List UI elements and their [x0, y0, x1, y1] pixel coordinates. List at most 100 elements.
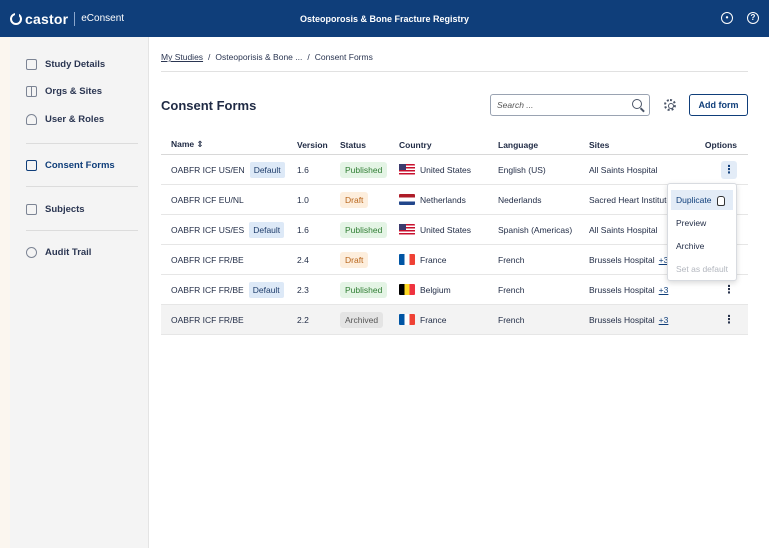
more-sites-link[interactable]: +3	[659, 285, 669, 295]
sidebar-item-orgs-sites[interactable]: Orgs & Sites	[10, 83, 149, 99]
sidebar-item-label: User & Roles	[45, 113, 105, 125]
sidebar-item-consent-forms[interactable]: Consent Forms	[10, 157, 149, 173]
menu-item-set-as-default: Set as default	[671, 259, 733, 279]
site-name: Sacred Heart Institute	[589, 194, 672, 205]
table-row[interactable]: OABFR ICF US/ES Default 1.6 Published United…	[161, 215, 748, 245]
menu-item-duplicate[interactable]: Duplicate	[671, 190, 733, 210]
page-title: Consent Forms	[161, 98, 257, 113]
status-cell: Draft	[340, 245, 369, 274]
flag-be-icon	[399, 284, 415, 295]
sidebar: Study Details Orgs & Sites User & Roles …	[10, 37, 149, 548]
version-cell: 1.6	[297, 224, 309, 235]
language-cell: Nederlands	[498, 194, 542, 205]
consent-forms-table: Name ⇕ Version Status Country Language S…	[161, 135, 748, 335]
form-name: OABFR ICF US/EN	[171, 164, 245, 175]
site-name: Brussels Hospital	[589, 254, 655, 265]
language-cell: English (US)	[498, 164, 546, 175]
people-icon	[26, 113, 37, 125]
flag-fr-icon	[399, 314, 415, 325]
country-name: Belgium	[420, 284, 451, 295]
country-name: Netherlands	[420, 194, 466, 205]
menu-item-label: Duplicate	[676, 195, 712, 205]
status-badge: Published	[340, 161, 388, 178]
options-menu: Duplicate Preview Archive Set as default	[667, 183, 737, 281]
top-bar: castor eConsent Osteoporosis & Bone Frac…	[0, 0, 769, 37]
status-badge: Published	[340, 281, 388, 298]
sidebar-item-subjects[interactable]: Subjects	[10, 201, 149, 217]
sidebar-item-audit-trail[interactable]: Audit Trail	[10, 244, 149, 260]
account-icon[interactable]: •	[721, 12, 733, 24]
form-name-cell: OABFR ICF FR/BE Default	[171, 275, 284, 304]
form-name: OABFR ICF US/ES	[171, 224, 245, 235]
castor-logo-icon	[10, 12, 22, 25]
site-name: Brussels Hospital	[589, 314, 655, 325]
table-row[interactable]: OABFR ICF FR/BE 2.4 Draft France French Bruss…	[161, 245, 748, 275]
language-cell: French	[498, 254, 525, 265]
status-badge: Archived	[340, 311, 384, 328]
version-cell: 2.4	[297, 254, 309, 265]
document-icon	[26, 58, 37, 70]
more-options-icon[interactable]: ⋮	[721, 160, 737, 179]
product-name: eConsent	[81, 13, 125, 24]
breadcrumb-my-studies[interactable]: My Studies	[161, 52, 203, 62]
breadcrumb-divider	[161, 71, 748, 72]
status-cell: Published	[340, 275, 388, 304]
default-badge: Default	[248, 281, 284, 298]
column-header-name[interactable]: Name ⇕	[171, 135, 204, 154]
search-icon[interactable]	[632, 99, 642, 109]
sidebar-item-user-roles[interactable]: User & Roles	[10, 111, 149, 127]
sidebar-item-label: Subjects	[45, 203, 85, 215]
site-name: All Saints Hospital	[589, 224, 658, 235]
flag-us-icon	[399, 224, 415, 235]
more-options-icon[interactable]: ⋮	[721, 281, 737, 299]
search-input[interactable]: Search ...	[490, 94, 650, 116]
column-header-language: Language	[498, 139, 539, 150]
menu-item-preview[interactable]: Preview	[671, 213, 733, 233]
country-name: France	[420, 254, 447, 265]
site-name: All Saints Hospital	[589, 164, 658, 175]
breadcrumb-current: Consent Forms	[314, 52, 373, 62]
default-badge: Default	[249, 161, 285, 178]
building-icon	[26, 85, 37, 97]
form-name: OABFR ICF FR/BE	[171, 314, 244, 325]
table-row[interactable]: OABFR ICF US/EN Default 1.6 Published United…	[161, 155, 748, 185]
sidebar-item-study-details[interactable]: Study Details	[10, 56, 149, 72]
more-sites-link[interactable]: +3	[659, 315, 669, 325]
form-name: OABFR ICF EU/NL	[171, 194, 244, 205]
country-cell: United States	[399, 215, 471, 244]
breadcrumb: My Studies / Osteoporisis & Bone ... / C…	[161, 52, 373, 62]
form-name: OABFR ICF FR/BE	[171, 284, 244, 295]
status-badge: Draft	[340, 191, 369, 208]
table-row[interactable]: OABFR ICF FR/BE 2.2 Archived France French Br…	[161, 305, 748, 335]
menu-item-archive[interactable]: Archive	[671, 236, 733, 256]
table-row[interactable]: OABFR ICF EU/NL 1.0 Draft Netherlands Nederl…	[161, 185, 748, 215]
table-header: Name ⇕ Version Status Country Language S…	[161, 135, 748, 155]
logo[interactable]: castor eConsent	[0, 0, 124, 37]
gear-icon[interactable]	[664, 99, 676, 111]
country-cell: United States	[399, 155, 471, 184]
menu-item-label: Preview	[676, 218, 707, 228]
add-form-button[interactable]: Add form	[689, 94, 748, 116]
column-header-country: Country	[399, 139, 432, 150]
flag-fr-icon	[399, 254, 415, 265]
sites-cell: All Saints Hospital	[589, 155, 689, 184]
country-name: United States	[420, 224, 472, 235]
sidebar-item-label: Study Details	[45, 58, 106, 70]
sites-cell: Brussels Hospital +3	[589, 305, 689, 334]
hand-cursor-icon	[717, 196, 725, 206]
status-badge: Draft	[340, 251, 369, 268]
breadcrumb-study[interactable]: Osteoporisis & Bone ...	[215, 52, 302, 62]
form-name-cell: OABFR ICF FR/BE	[171, 245, 244, 274]
options-cell: ⋮	[701, 305, 737, 334]
sidebar-item-label: Consent Forms	[45, 159, 115, 171]
version-cell: 1.0	[297, 194, 309, 205]
column-header-sites: Sites	[589, 139, 610, 150]
help-icon[interactable]: ?	[747, 12, 759, 24]
sidebar-divider	[26, 143, 138, 144]
status-cell: Published	[340, 215, 388, 244]
breadcrumb-separator: /	[307, 52, 310, 62]
country-name: United States	[420, 164, 472, 175]
table-row[interactable]: OABFR ICF FR/BE Default 2.3 Published Belgiu…	[161, 275, 748, 305]
sidebar-item-label: Orgs & Sites	[45, 85, 103, 97]
more-options-icon[interactable]: ⋮	[721, 311, 737, 329]
